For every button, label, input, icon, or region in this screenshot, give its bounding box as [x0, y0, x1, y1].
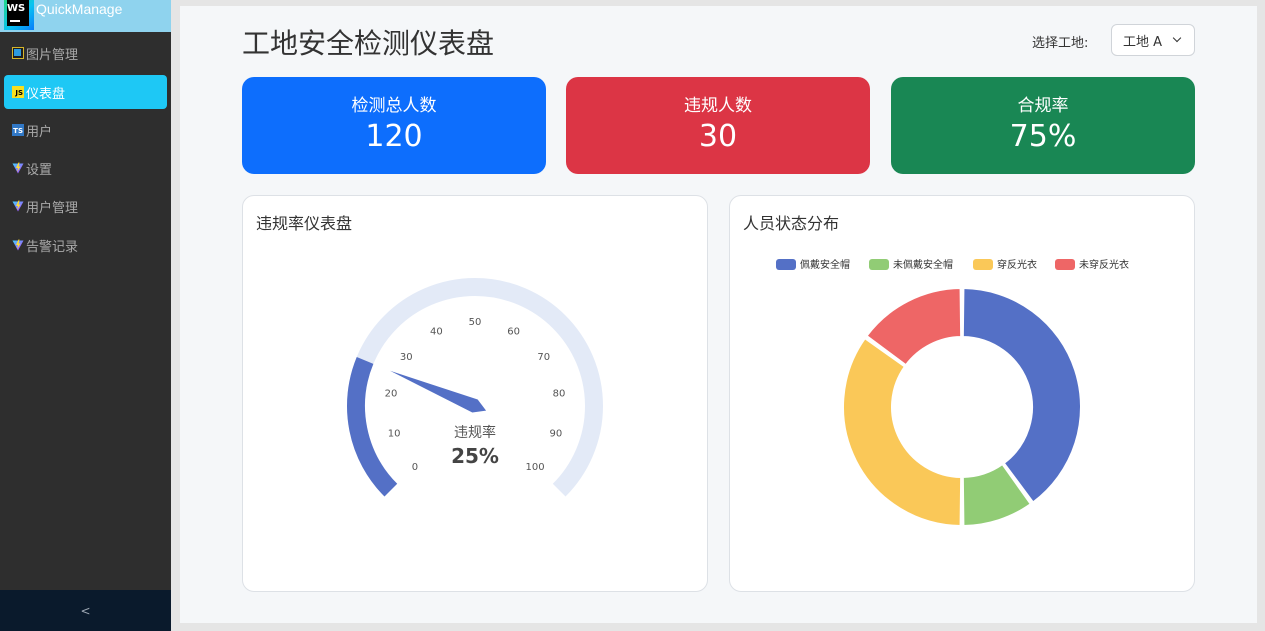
legend-label: 佩戴安全帽: [800, 258, 850, 271]
legend-swatch: [973, 259, 993, 270]
logo-text: WS: [7, 3, 26, 14]
site-select-label: 选择工地:: [1032, 36, 1089, 51]
site-select[interactable]: 工地 A: [1111, 24, 1195, 56]
gauge-tick-label: 30: [400, 352, 413, 363]
status-donut-chart: 佩戴安全帽 未佩戴安全帽 穿反光衣 未穿反光衣: [776, 258, 1129, 527]
stat-card-total: 检测总人数 120: [242, 77, 546, 174]
brand-header: WS QuickManage: [0, 0, 171, 32]
legend-swatch: [1055, 259, 1075, 270]
stat-value: 120: [365, 119, 423, 154]
gauge-tick-label: 70: [537, 352, 550, 363]
legend-item[interactable]: 穿反光衣: [973, 258, 1037, 271]
sidebar-item-label: 用户: [26, 124, 53, 140]
vite-icon: [12, 162, 24, 174]
sidebar-item-users[interactable]: TS 用户: [4, 113, 167, 147]
gauge-progress: [347, 357, 398, 497]
gauge-value: 25%: [451, 444, 499, 468]
gauge-tick-label: 80: [553, 389, 566, 400]
stat-label: 违规人数: [684, 96, 752, 116]
webstorm-logo-icon: WS: [4, 0, 34, 30]
stat-value: 30: [698, 119, 738, 154]
sidebar-item-label: 设置: [26, 162, 53, 178]
sidebar-item-settings[interactable]: 设置: [4, 151, 167, 185]
legend-swatch: [869, 259, 889, 270]
gauge-tick-label: 90: [549, 428, 562, 439]
gauge-tick-label: 10: [388, 428, 401, 439]
legend-swatch: [776, 259, 796, 270]
gauge-tick-label: 60: [507, 326, 520, 337]
sidebar-item-label: 告警记录: [26, 239, 79, 255]
chevron-down-icon: [1172, 33, 1182, 43]
gauge-name: 违规率: [454, 424, 496, 441]
gauge-needle: [390, 370, 487, 413]
legend-item[interactable]: 佩戴安全帽: [776, 258, 850, 271]
sidebar-item-dashboard[interactable]: JS 仪表盘: [4, 75, 167, 109]
sidebar-item-label: 图片管理: [26, 47, 79, 63]
donut-slice[interactable]: [961, 287, 1082, 504]
legend-item[interactable]: 未穿反光衣: [1055, 258, 1129, 271]
site-select-value: 工地 A: [1123, 34, 1163, 50]
stat-value: 75%: [1009, 119, 1077, 154]
sidebar-item-label: 用户管理: [26, 200, 79, 216]
js-icon: JS: [12, 86, 24, 98]
page-title: 工地安全检测仪表盘: [242, 27, 495, 60]
legend-label: 未穿反光衣: [1079, 258, 1129, 271]
sidebar-item-user-management[interactable]: 用户管理: [4, 189, 167, 223]
donut-slice[interactable]: [842, 337, 963, 527]
ts-icon: TS: [12, 124, 24, 136]
image-icon: [12, 47, 24, 59]
distribution-card: 人员状态分布 佩戴安全帽 未佩戴安全帽 穿反光衣 未穿反光衣: [729, 195, 1195, 592]
sidebar-collapse-button[interactable]: <: [0, 590, 171, 631]
legend-label: 穿反光衣: [997, 258, 1037, 271]
stat-card-violations: 违规人数 30: [566, 77, 870, 174]
violation-gauge-chart: 0 10 20 30 40 50 60 70 80 90 100 违规率 25%: [347, 278, 603, 497]
gauge-tick-label: 20: [385, 389, 398, 400]
sidebar: WS QuickManage 图片管理 JS 仪表盘 TS 用户 设置 用户管理…: [0, 0, 171, 631]
stat-label: 合规率: [1017, 96, 1069, 116]
sidebar-item-label: 仪表盘: [26, 86, 66, 102]
vite-icon: [12, 239, 24, 251]
stat-card-compliance: 合规率 75%: [891, 77, 1195, 174]
sidebar-item-alarm-records[interactable]: 告警记录: [4, 228, 167, 262]
stat-label: 检测总人数: [351, 96, 437, 116]
gauge-tick-label: 50: [469, 317, 482, 328]
legend-label: 未佩戴安全帽: [893, 258, 953, 271]
gauge-card: 违规率仪表盘 0 10 20 30 40 50 60 70 80 90 100 违规率 25%: [242, 195, 708, 592]
app-name: QuickManage: [36, 1, 123, 17]
gauge-tick-label: 40: [430, 326, 443, 337]
vite-icon: [12, 200, 24, 212]
sidebar-item-images[interactable]: 图片管理: [4, 36, 167, 70]
main-content: 工地安全检测仪表盘 选择工地: 工地 A 检测总人数 120 违规人数 30 合…: [180, 6, 1257, 623]
legend-item[interactable]: 未佩戴安全帽: [869, 258, 953, 271]
gauge-tick-label: 0: [412, 462, 418, 473]
gauge-tick-label: 100: [526, 462, 545, 473]
